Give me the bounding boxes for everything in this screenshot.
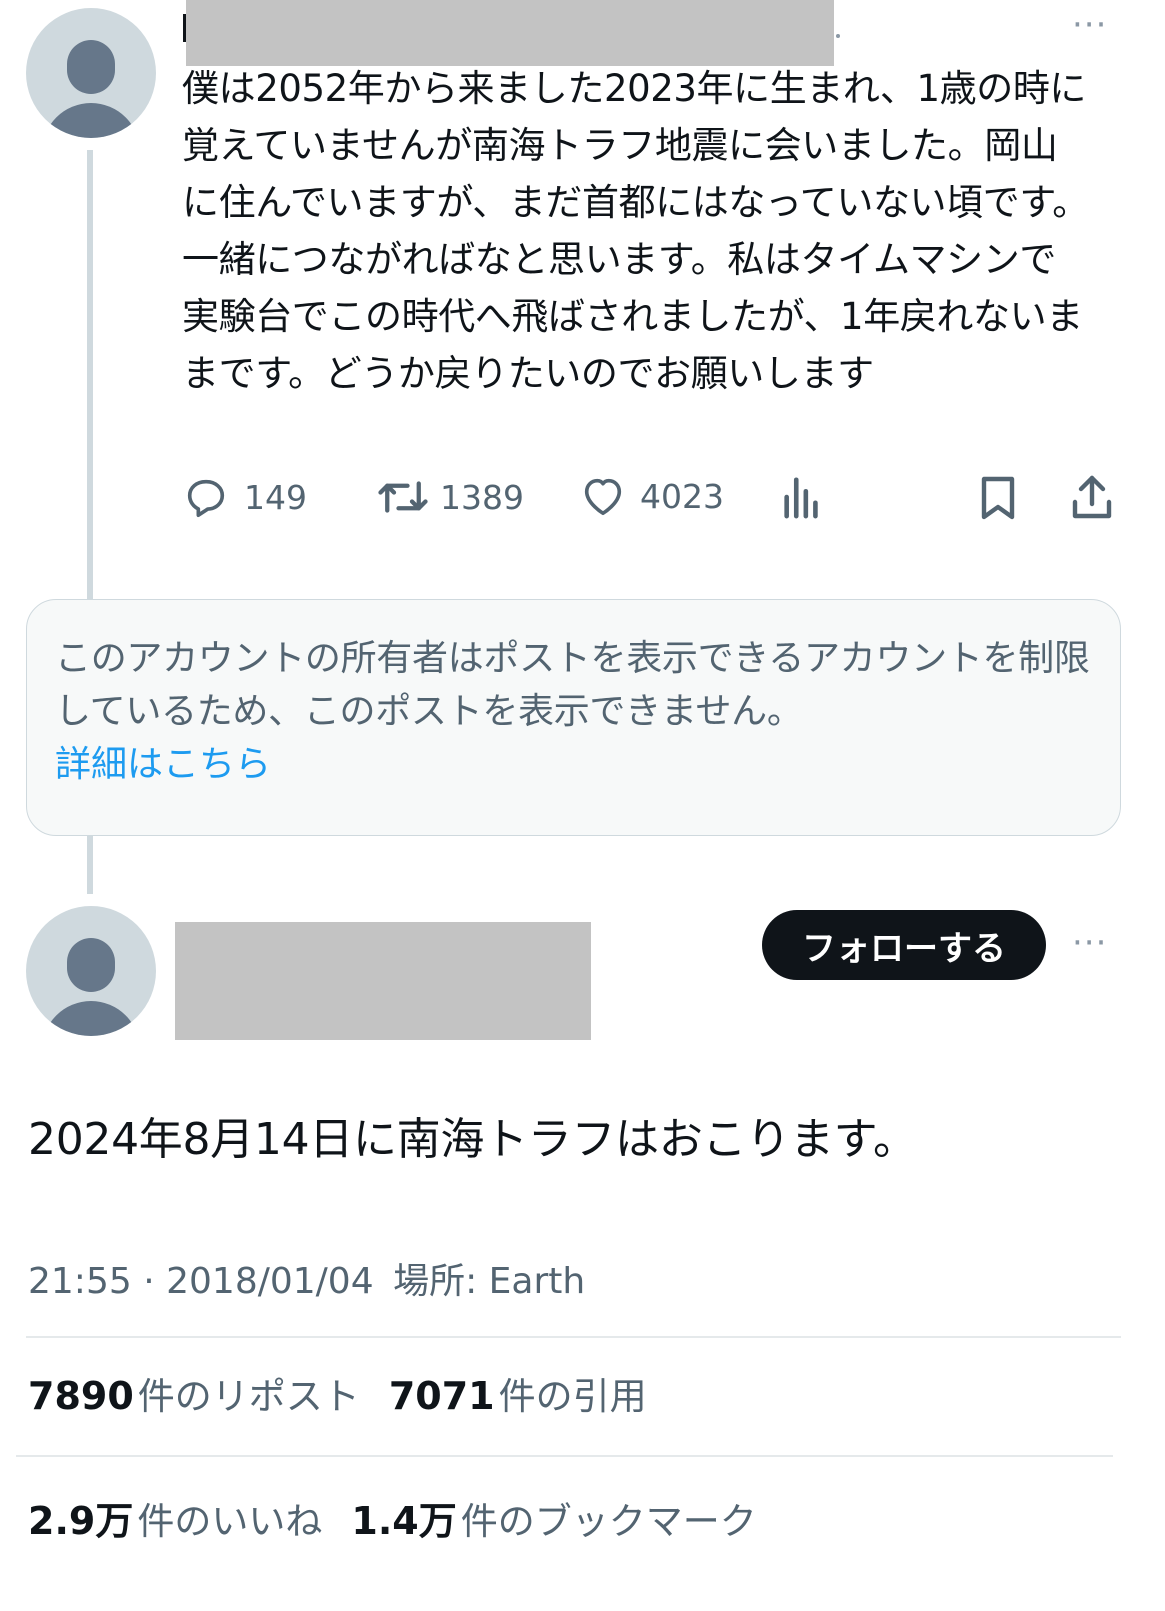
like-count: 4023 bbox=[640, 476, 724, 516]
reposts-count: 7890 bbox=[28, 1374, 134, 1418]
views-button[interactable] bbox=[780, 474, 824, 520]
learn-more-link[interactable]: 詳細はこちら bbox=[55, 738, 271, 791]
like-button[interactable]: 4023 bbox=[580, 474, 724, 518]
stats-row-1: 7890 件のリポスト 7071 件の引用 bbox=[28, 1366, 647, 1420]
heart-icon bbox=[584, 478, 622, 516]
restricted-notice-text: このアカウントの所有者はポストを表示できるアカウントを制限しているため、このポス… bbox=[55, 638, 1090, 732]
reply-action-bar: 149 1389 4023 bbox=[182, 468, 1122, 528]
quotes-stat[interactable]: 7071 件の引用 bbox=[389, 1374, 647, 1418]
main-more-icon[interactable]: ··· bbox=[1072, 926, 1107, 960]
bookmarks-count: 1.4万 bbox=[351, 1499, 457, 1543]
reply-author-handle-dot bbox=[836, 34, 840, 38]
reply-author-name-redacted bbox=[186, 0, 834, 66]
share-button[interactable] bbox=[1070, 472, 1114, 522]
avatar-head-shape bbox=[67, 40, 115, 94]
bookmark-icon bbox=[981, 476, 1015, 520]
reply-tweet-text: 僕は2052年から来ました2023年に生まれ、1歳の時に覚えていませんが南海トラ… bbox=[182, 67, 1089, 395]
meta-separator: · bbox=[143, 1261, 155, 1302]
likes-count: 2.9万 bbox=[28, 1499, 134, 1543]
main-tweet-text: 2024年8月14日に南海トラフはおこります。 bbox=[28, 1114, 917, 1165]
repost-icon bbox=[378, 481, 428, 513]
quotes-count: 7071 bbox=[388, 1374, 495, 1418]
avatar-shoulders-shape bbox=[42, 1001, 140, 1036]
repost-count: 1389 bbox=[440, 477, 524, 517]
thread-line-lower bbox=[87, 836, 93, 894]
tweet-location: 場所: Earth bbox=[393, 1261, 586, 1302]
bookmarks-label: 件のブックマーク bbox=[460, 1500, 757, 1543]
stats-row-2: 2.9万 件のいいね 1.4万 件のブックマーク bbox=[28, 1490, 757, 1545]
repost-button[interactable]: 1389 bbox=[376, 474, 524, 520]
reply-button[interactable]: 149 bbox=[182, 474, 307, 520]
tweet-date[interactable]: 2018/01/04 bbox=[166, 1261, 374, 1302]
bookmarks-stat[interactable]: 1.4万 件のブックマーク bbox=[351, 1499, 756, 1543]
reposts-stat[interactable]: 7890 件のリポスト bbox=[28, 1374, 365, 1418]
divider-2 bbox=[16, 1455, 1113, 1457]
likes-label: 件のいいね bbox=[137, 1500, 323, 1543]
reply-count: 149 bbox=[244, 477, 307, 517]
comment-icon bbox=[187, 479, 225, 518]
quotes-label: 件の引用 bbox=[498, 1375, 647, 1418]
likes-stat[interactable]: 2.9万 件のいいね bbox=[28, 1499, 327, 1543]
main-author-avatar[interactable] bbox=[26, 906, 156, 1036]
restricted-notice: このアカウントの所有者はポストを表示できるアカウントを制限しているため、このポス… bbox=[26, 599, 1121, 836]
avatar-shoulders-shape bbox=[42, 103, 140, 138]
bookmark-button[interactable] bbox=[978, 474, 1018, 522]
analytics-icon bbox=[784, 477, 818, 519]
reply-author-avatar[interactable] bbox=[26, 8, 156, 138]
follow-button[interactable]: フォローする bbox=[762, 910, 1046, 980]
divider-1 bbox=[26, 1336, 1121, 1338]
avatar-head-shape bbox=[67, 938, 115, 992]
main-author-name-redacted bbox=[175, 922, 591, 1040]
reply-more-icon[interactable]: ··· bbox=[1072, 8, 1107, 42]
tweet-meta: 21:55 · 2018/01/04 場所: Earth bbox=[28, 1252, 585, 1304]
share-icon bbox=[1072, 475, 1112, 519]
reposts-label: 件のリポスト bbox=[137, 1375, 360, 1418]
thread-line-upper bbox=[87, 150, 93, 600]
tweet-time[interactable]: 21:55 bbox=[28, 1261, 132, 1302]
